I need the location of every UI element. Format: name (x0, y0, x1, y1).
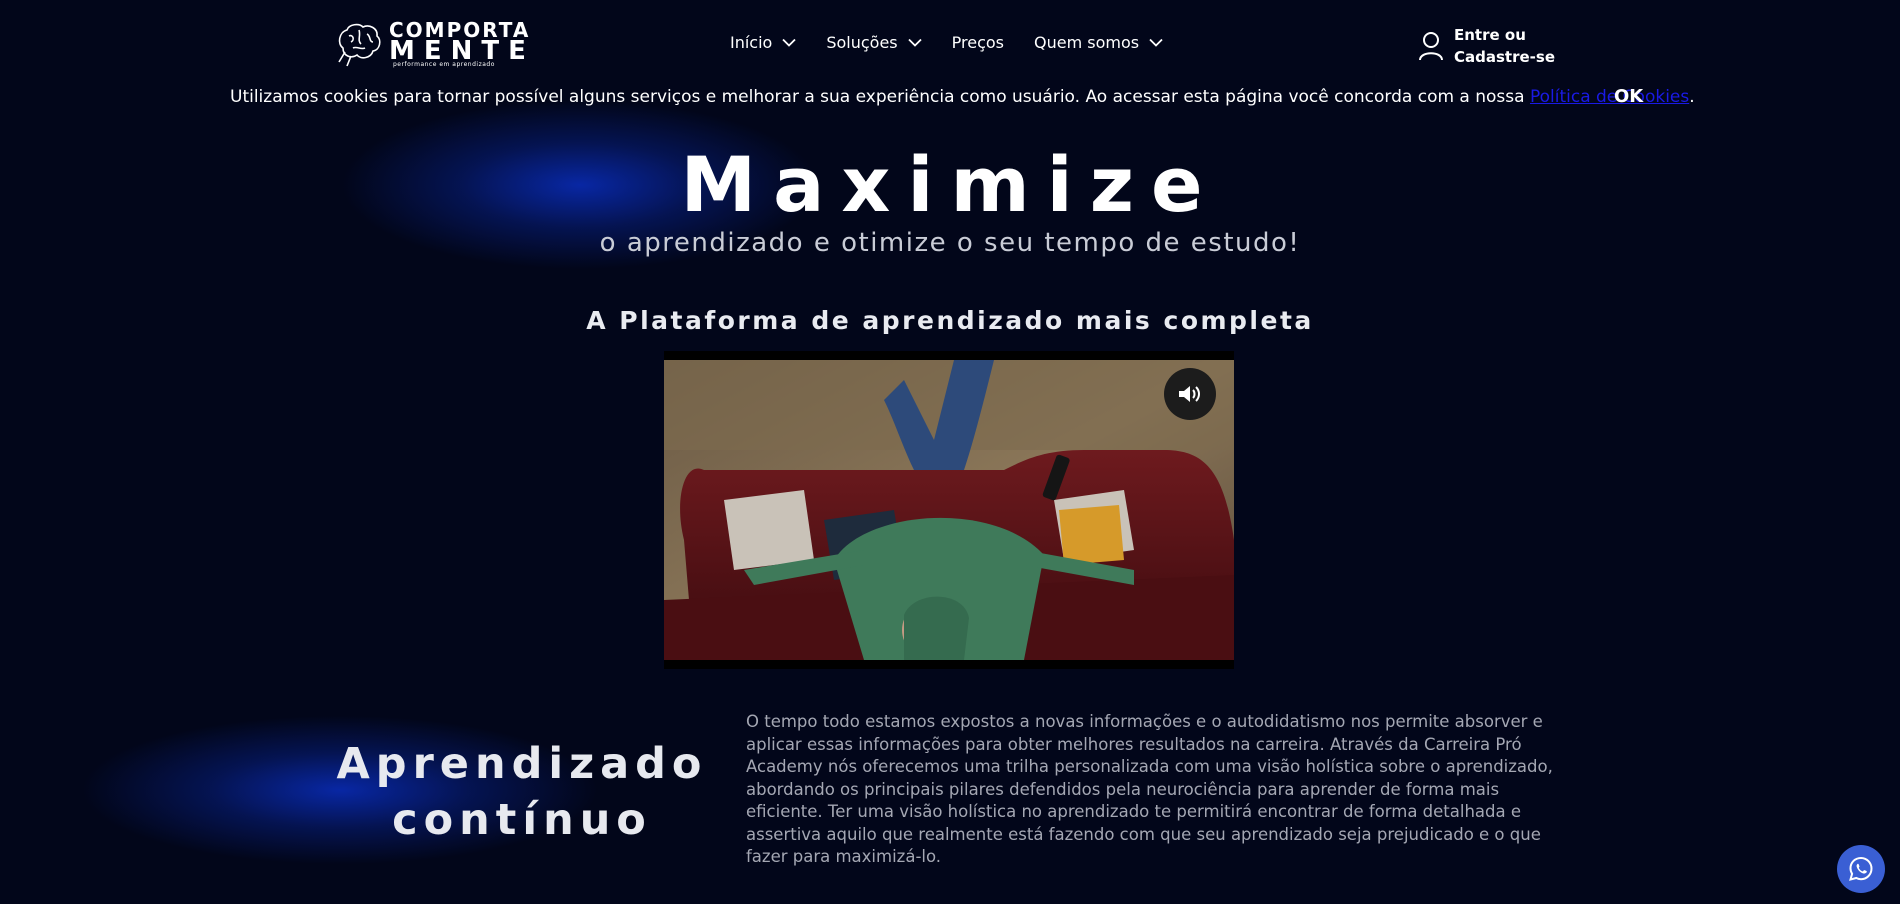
login-label: Entre ou (1454, 26, 1526, 44)
hero-title: Maximize (680, 140, 1220, 229)
nav-item-inicio[interactable]: Início (730, 33, 796, 52)
volume-icon (1179, 386, 1200, 402)
nav-item-label: Preços (951, 33, 1004, 52)
logo-text-line2: MENTE (389, 36, 535, 66)
brain-logo-icon (338, 23, 381, 67)
register-label: Cadastre-se (1454, 48, 1555, 66)
learning-description: O tempo todo estamos expostos a novas in… (746, 712, 1553, 866)
video-frame (664, 360, 1234, 660)
learning-heading: Aprendizado contínuo (332, 736, 712, 848)
learning-heading-line2: contínuo (392, 795, 652, 845)
chevron-down-icon (908, 38, 922, 47)
user-icon (1419, 32, 1443, 61)
nav-item-label: Quem somos (1034, 33, 1140, 52)
whatsapp-icon (1849, 856, 1873, 881)
learning-heading-line1: Aprendizado (336, 739, 708, 789)
nav-item-solucoes[interactable]: Soluções (826, 33, 922, 52)
cookie-policy-link[interactable]: Política de Cookies (1530, 87, 1689, 107)
cookie-text: Utilizamos cookies para tornar possível … (230, 87, 1530, 107)
nav-item-label: Soluções (826, 33, 898, 52)
platform-heading: A Plataforma de aprendizado mais complet… (586, 306, 1314, 335)
video-player[interactable] (664, 351, 1234, 669)
nav-item-precos[interactable]: Preços (952, 33, 1004, 52)
chevron-down-icon (782, 38, 796, 47)
whatsapp-button[interactable] (1837, 845, 1885, 893)
cookie-ok-button[interactable]: OK (1614, 86, 1643, 107)
video-still-image (664, 360, 1234, 660)
cookie-suffix: . (1689, 87, 1695, 107)
cookie-banner: Utilizamos cookies para tornar possível … (230, 87, 1695, 107)
main-nav: Início Soluções Preços Quem somos (730, 33, 1193, 52)
logo[interactable]: COMPORTA MENTE performance em aprendizad… (333, 18, 535, 70)
login-register-link[interactable]: Entre ou Cadastre-se (1418, 24, 1555, 68)
hero-subtitle: o aprendizado e otimize o seu tempo de e… (599, 228, 1301, 258)
chevron-down-icon (1149, 38, 1163, 47)
nav-item-label: Início (730, 33, 773, 52)
sound-toggle-button[interactable] (1164, 368, 1216, 420)
nav-item-quem-somos[interactable]: Quem somos (1034, 33, 1163, 52)
